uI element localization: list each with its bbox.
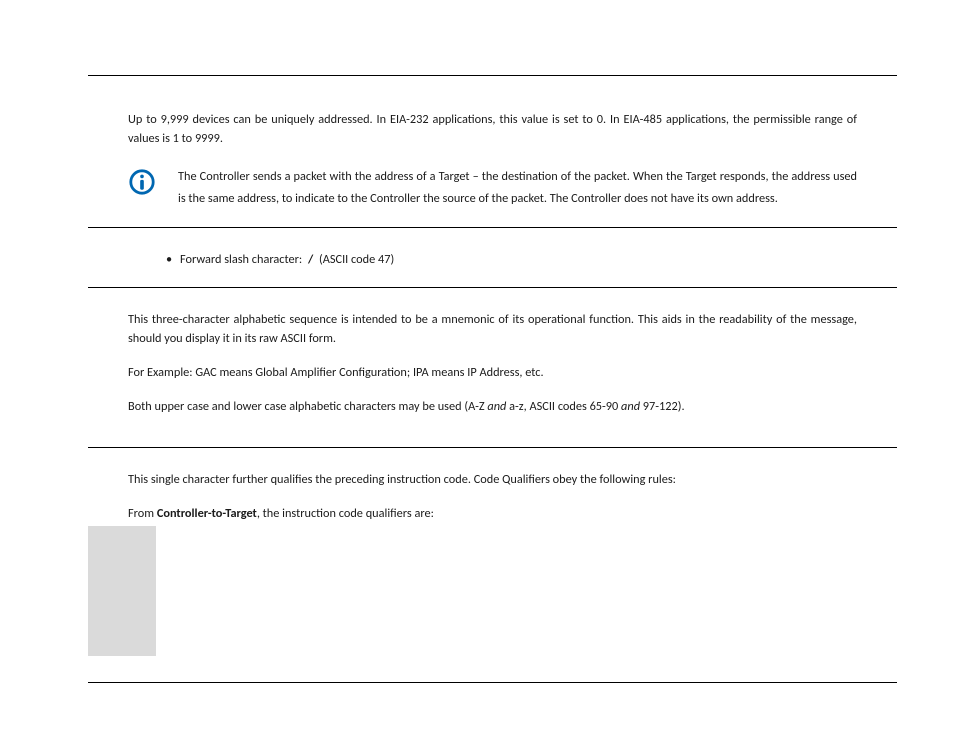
info-circle-icon [128,166,178,196]
mnemonic-section: This three-character alphabetic sequence… [88,288,897,447]
mnemonic-p1: This three-character alphabetic sequence… [128,310,857,348]
bullet-suffix: (ASCII code 47) [316,252,394,267]
intro-paragraph: Up to 9,999 devices can be uniquely addr… [88,110,897,148]
mnemonic-p3: Both upper case and lower case alphabeti… [128,397,857,416]
note-block: The Controller sends a packet with the a… [88,166,897,227]
bullet-marker: • [158,250,180,269]
qualifier-p2: From Controller-to-Target, the instructi… [128,504,857,523]
qualifier-section: This single character further qualifies … [88,448,897,523]
bullet-item: • Forward slash character: / (ASCII code… [158,250,857,269]
mnemonic-p2: For Example: GAC means Global Amplifier … [128,363,857,382]
qualifier-p1: This single character further qualifies … [128,470,857,489]
grey-placeholder [88,526,156,656]
slash-character: / [305,252,316,267]
bullet-block: • Forward slash character: / (ASCII code… [88,228,897,287]
note-text: The Controller sends a packet with the a… [178,166,857,209]
bottom-rule [88,682,897,683]
bullet-text: Forward slash character: / (ASCII code 4… [180,250,857,269]
document-page: Up to 9,999 devices can be uniquely addr… [0,0,954,738]
top-rule [88,75,897,76]
bullet-prefix: Forward slash character: [180,252,305,267]
content-column: Up to 9,999 devices can be uniquely addr… [88,75,897,538]
